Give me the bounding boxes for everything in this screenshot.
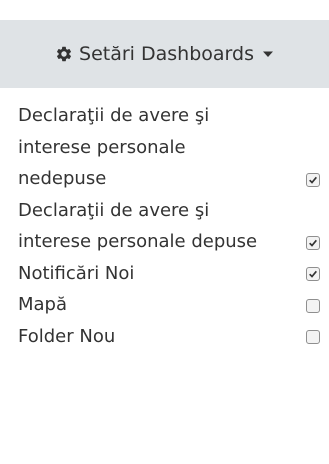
dashboard-settings-menu: Declaraţii de avere şi interese personal…	[18, 100, 320, 352]
caret-down-icon	[262, 48, 274, 60]
dashboard-settings-dropdown-toggle[interactable]: Setări Dashboards	[0, 20, 329, 88]
checkmark-icon	[309, 239, 317, 247]
checkbox[interactable]	[306, 298, 320, 313]
checkmark-icon	[309, 270, 317, 278]
checkmark-icon	[309, 176, 317, 184]
menu-item-new-notifications[interactable]: Notificări Noi	[18, 258, 320, 290]
menu-item-map[interactable]: Mapă	[18, 289, 320, 321]
menu-item-declared-assets[interactable]: Declaraţii de avere şi interese personal…	[18, 195, 320, 258]
menu-item-label: Folder Nou	[18, 325, 116, 347]
menu-item-label: Mapă	[18, 294, 68, 315]
menu-item-label: Declaraţii de avere şi interese personal…	[18, 199, 258, 253]
gear-icon	[55, 45, 73, 63]
menu-item-new-folder[interactable]: Folder Nou	[18, 321, 320, 353]
menu-item-label: Notificări Noi	[18, 262, 135, 284]
checkbox[interactable]	[306, 330, 320, 344]
checkbox[interactable]	[306, 267, 320, 281]
menu-item-label: Declaraţii de avere şi interese personal…	[18, 105, 210, 189]
checkbox[interactable]	[306, 172, 320, 187]
checkbox[interactable]	[306, 235, 320, 250]
menu-item-undeclared-assets[interactable]: Declaraţii de avere şi interese personal…	[18, 100, 320, 195]
dashboard-settings-header: Setări Dashboards	[55, 43, 274, 65]
dashboard-settings-title: Setări Dashboards	[79, 43, 254, 65]
